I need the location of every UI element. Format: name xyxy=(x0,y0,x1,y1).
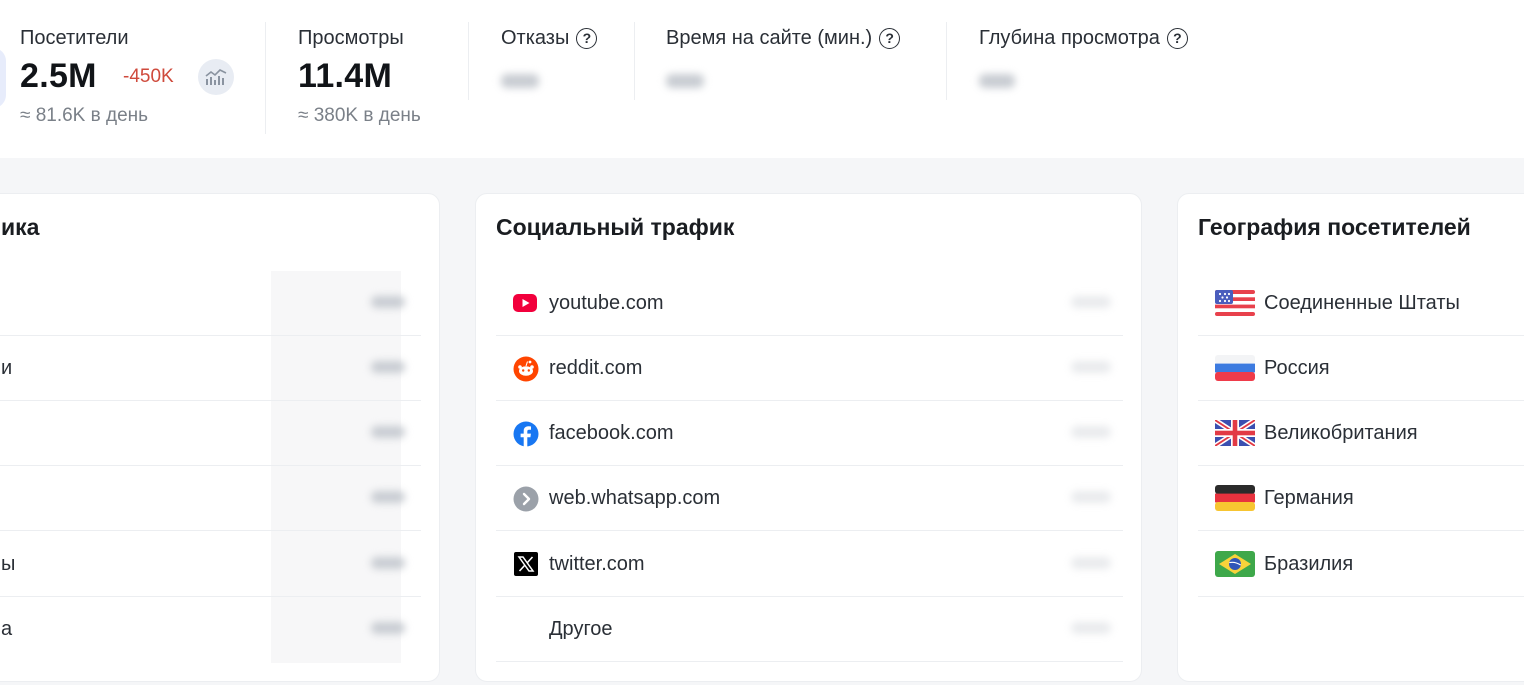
list-item[interactable]: reddit.com xyxy=(496,336,1123,401)
flag-de-icon xyxy=(1215,485,1255,511)
stat-delta: -450K xyxy=(123,66,174,87)
list-item[interactable]: Германия xyxy=(1198,466,1524,531)
stat-per-day: ≈ 380K в день xyxy=(298,105,421,126)
blurred-value xyxy=(1071,296,1111,308)
traffic-card: ика и ы а xyxy=(0,193,440,682)
chevron-right-icon xyxy=(513,486,539,512)
divider xyxy=(946,22,947,100)
stat-views: Просмотры 11.4M ≈ 380K в день xyxy=(298,0,468,158)
row-label: Другое xyxy=(549,618,613,640)
stat-per-day: ≈ 81.6K в день xyxy=(20,105,149,126)
list-item[interactable]: twitter.com xyxy=(496,532,1123,597)
help-icon[interactable]: ? xyxy=(1166,28,1188,49)
card-title: География посетителей xyxy=(1198,214,1471,240)
blurred-value xyxy=(371,557,405,569)
stat-value: 11.4M xyxy=(298,57,393,95)
blurred-value xyxy=(1071,361,1111,373)
stats-bar: Посетители 2.5M -450K ≈ 81.6K в день Про… xyxy=(0,0,1524,158)
row-label: web.whatsapp.com xyxy=(549,487,721,509)
stat-label: Отказы xyxy=(501,27,570,49)
list-item[interactable] xyxy=(0,466,421,531)
blurred-value xyxy=(371,361,405,373)
reddit-icon xyxy=(513,356,539,382)
row-label: Германия xyxy=(1264,487,1354,509)
list-item[interactable]: youtube.com xyxy=(496,271,1123,336)
row-label: а xyxy=(1,618,13,640)
youtube-icon xyxy=(513,294,537,312)
list-item[interactable]: Соединенные Штаты xyxy=(1198,271,1524,336)
row-label: Великобритания xyxy=(1264,422,1418,444)
blurred-value xyxy=(1071,491,1111,503)
row-label: ы xyxy=(1,553,16,575)
list-item[interactable]: ы xyxy=(0,532,421,597)
flag-uk-icon xyxy=(1215,420,1255,446)
list-item[interactable]: Другое xyxy=(496,597,1123,662)
blurred-value xyxy=(371,622,405,634)
list-item[interactable] xyxy=(0,271,421,336)
list-item[interactable] xyxy=(0,401,421,466)
blurred-value xyxy=(371,491,405,503)
stat-time-on-site: Время на сайте (мин.) ? xyxy=(666,0,936,158)
stat-label-wrap: Глубина просмотра ? xyxy=(979,27,1188,50)
list-item[interactable]: и xyxy=(0,336,421,401)
stat-depth: Глубина просмотра ? xyxy=(979,0,1239,158)
stat-label-wrap: Время на сайте (мин.) ? xyxy=(666,27,901,50)
divider xyxy=(468,22,469,100)
stat-label: Время на сайте (мин.) xyxy=(666,27,873,49)
blurred-value xyxy=(501,74,539,88)
list-item[interactable]: web.whatsapp.com xyxy=(496,466,1123,531)
blurred-value xyxy=(371,296,405,308)
flag-us-icon xyxy=(1215,290,1255,316)
row-label: reddit.com xyxy=(549,357,643,379)
chart-icon xyxy=(205,69,227,85)
list-item[interactable]: а xyxy=(0,597,421,662)
stat-bounces: Отказы ? xyxy=(501,0,631,158)
row-label: youtube.com xyxy=(549,292,664,314)
blurred-value xyxy=(1071,557,1111,569)
facebook-icon xyxy=(513,421,539,447)
chart-button[interactable] xyxy=(198,59,234,95)
stat-label: Просмотры xyxy=(298,27,404,49)
blurred-value xyxy=(371,426,405,438)
row-label: Россия xyxy=(1264,357,1330,379)
row-label: Соединенные Штаты xyxy=(1264,292,1460,314)
geography-card: География посетителей Соединенные Штаты … xyxy=(1177,193,1524,682)
stat-label: Посетители xyxy=(20,27,129,49)
list-item[interactable]: facebook.com xyxy=(496,401,1123,466)
stat-value: 2.5M xyxy=(20,57,97,95)
stat-label: Глубина просмотра xyxy=(979,27,1160,49)
blurred-value xyxy=(979,74,1015,88)
row-label: facebook.com xyxy=(549,422,674,444)
divider xyxy=(265,22,266,134)
x-icon xyxy=(514,552,538,576)
list-item[interactable]: Россия xyxy=(1198,336,1524,401)
help-icon[interactable]: ? xyxy=(879,28,901,49)
blurred-value xyxy=(1071,426,1111,438)
avatar xyxy=(0,48,6,108)
row-label: и xyxy=(1,357,13,379)
row-label: twitter.com xyxy=(549,553,645,575)
stat-visitors: Посетители 2.5M -450K ≈ 81.6K в день xyxy=(20,0,250,158)
row-label: Бразилия xyxy=(1264,553,1354,575)
help-icon[interactable]: ? xyxy=(576,28,598,49)
divider xyxy=(634,22,635,100)
blurred-value xyxy=(1071,622,1111,634)
list-item[interactable]: Великобритания xyxy=(1198,401,1524,466)
blurred-value xyxy=(666,74,704,88)
flag-ru-icon xyxy=(1215,355,1255,381)
social-traffic-card: Социальный трафик youtube.com reddit.com… xyxy=(475,193,1142,682)
card-title: Социальный трафик xyxy=(496,214,735,240)
card-title: ика xyxy=(1,214,40,240)
stat-label-wrap: Отказы ? xyxy=(501,27,598,50)
list-item[interactable]: Бразилия xyxy=(1198,532,1524,597)
flag-br-icon xyxy=(1215,551,1255,577)
